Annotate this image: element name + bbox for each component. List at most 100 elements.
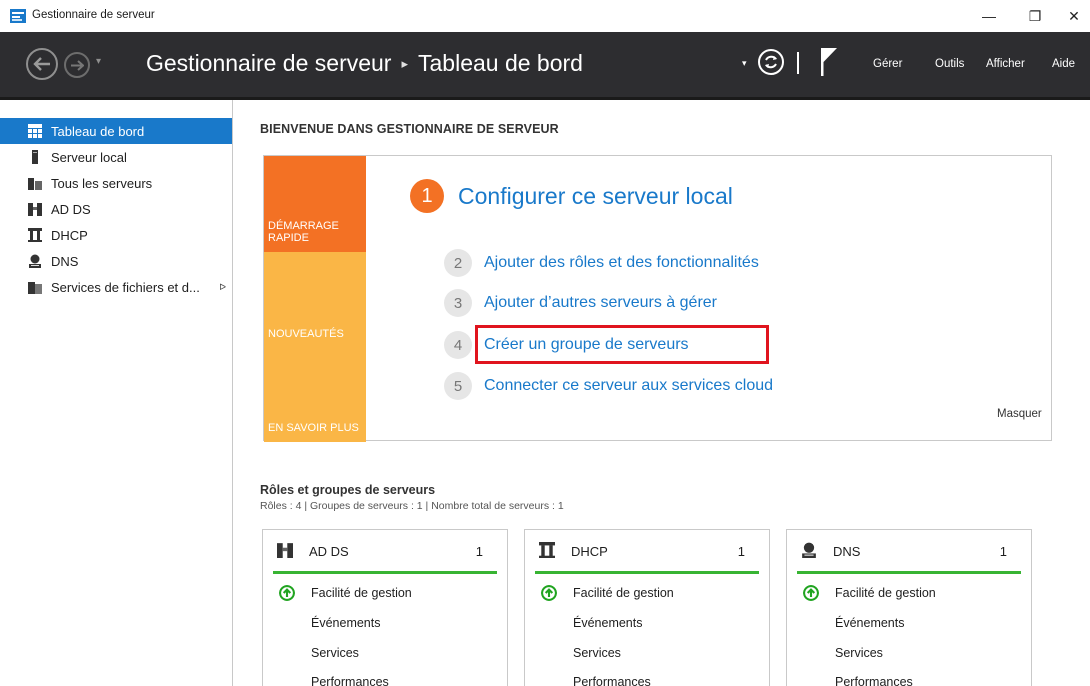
ad-ds-icon [277,543,293,558]
menu-view[interactable]: Afficher [986,58,1025,70]
window-titlebar: Gestionnaire de serveur — ❐ ✕ [0,0,1090,32]
card-row-manageability[interactable]: Facilité de gestion [573,586,674,600]
sidebar-item-label: DNS [51,253,79,269]
tab-whats-new[interactable]: NOUVEAUTÉS [264,252,366,348]
dashboard-icon [28,124,42,138]
card-header[interactable]: DNS 1 [787,530,1031,568]
status-bar [535,571,759,574]
sidebar-item-all-servers[interactable]: Tous les serveurs [0,170,232,196]
command-bar: ▾ Gestionnaire de serveur ▸ Tableau de b… [0,32,1090,100]
breadcrumb-separator: ▸ [401,55,408,71]
card-row-services[interactable]: Services [311,646,359,660]
up-arrow-ok-icon [541,585,557,601]
dns-icon [802,542,816,558]
step-link[interactable]: Ajouter d’autres serveurs à gérer [484,294,717,312]
card-title: DHCP [571,544,608,559]
card-header[interactable]: DHCP 1 [525,530,769,568]
server-manager-app-icon [10,9,26,23]
tab-label: EN SAVOIR PLUS [268,422,359,434]
card-count: 1 [999,544,1007,559]
card-row-services[interactable]: Services [835,646,883,660]
step-connect-cloud[interactable]: 5 Connecter ce serveur aux services clou… [444,372,773,400]
step-number: 2 [444,249,472,277]
server-icon [32,150,38,164]
highlight-box [475,325,769,364]
step-add-roles[interactable]: 2 Ajouter des rôles et des fonctionnalit… [444,249,759,277]
step-number: 4 [444,331,472,359]
up-arrow-ok-icon [279,585,295,601]
welcome-heading: BIENVENUE DANS GESTIONNAIRE DE SERVEUR [260,122,559,136]
sidebar-item-label: DHCP [51,227,88,243]
window-title: Gestionnaire de serveur [32,9,155,21]
refresh-icon[interactable] [758,49,784,75]
nav-history-dropdown[interactable]: ▾ [96,56,101,67]
card-row-manageability[interactable]: Facilité de gestion [835,586,936,600]
maximize-button[interactable]: ❐ [1012,0,1058,32]
close-button[interactable]: ✕ [1058,0,1090,32]
card-count: 1 [475,544,483,559]
tab-label: DÉMARRAGE RAPIDE [268,220,339,244]
step-link[interactable]: Connecter ce serveur aux services cloud [484,377,773,395]
sidebar-item-ad-ds[interactable]: AD DS [0,196,232,222]
step-number: 1 [410,179,444,213]
card-row-events[interactable]: Événements [835,616,904,630]
minimize-button[interactable]: — [966,0,1012,32]
roles-heading: Rôles et groupes de serveurs [260,483,436,497]
header-divider [797,52,799,74]
card-title: AD DS [309,544,349,559]
sidebar-item-dhcp[interactable]: DHCP [0,222,232,248]
ad-ds-icon [28,203,42,216]
step-configure-local-server[interactable]: 1 Configurer ce serveur local [410,179,733,213]
forward-button[interactable] [64,52,90,78]
notifications-flag-icon[interactable] [820,48,838,76]
sidebar-item-label: Services de fichiers et d... [51,279,200,295]
step-number: 5 [444,372,472,400]
menu-tools[interactable]: Outils [935,58,964,70]
role-card-dhcp: DHCP 1 Facilité de gestion Événements Se… [524,529,770,686]
expand-arrow-icon[interactable]: ᐅ [219,282,226,293]
card-header[interactable]: AD DS 1 [263,530,507,568]
refresh-arrows-icon [765,55,777,69]
dashboard-content: BIENVENUE DANS GESTIONNAIRE DE SERVEUR D… [234,100,1090,686]
status-bar [797,571,1021,574]
step-link[interactable]: Configurer ce serveur local [458,183,733,210]
card-row-services[interactable]: Services [573,646,621,660]
card-row-events[interactable]: Événements [573,616,642,630]
tab-quick-start[interactable]: DÉMARRAGE RAPIDE [264,156,366,252]
tab-learn-more[interactable]: EN SAVOIR PLUS [264,348,366,442]
refresh-dropdown[interactable]: ▾ [742,58,747,69]
hide-link[interactable]: Masquer [997,408,1042,420]
sidebar-item-label: Tableau de bord [51,123,145,139]
sidebar-item-dns[interactable]: DNS [0,248,232,274]
breadcrumb: Gestionnaire de serveur ▸ Tableau de bor… [146,50,583,77]
menu-manage[interactable]: Gérer [873,58,902,70]
menu-help[interactable]: Aide [1052,58,1075,70]
dns-icon [29,254,41,268]
sidebar: Tableau de bord Serveur local Tous les s… [0,100,233,686]
sidebar-item-label: AD DS [51,201,91,217]
quick-start-panel: DÉMARRAGE RAPIDE NOUVEAUTÉS EN SAVOIR PL… [263,155,1052,442]
sidebar-item-local-server[interactable]: Serveur local [0,144,232,170]
arrow-left-icon [33,57,50,71]
step-link[interactable]: Ajouter des rôles et des fonctionnalités [484,254,759,272]
dhcp-icon [539,542,555,558]
card-count: 1 [737,544,745,559]
role-card-dns: DNS 1 Facilité de gestion Événements Ser… [786,529,1032,686]
file-services-icon [28,282,42,294]
card-row-events[interactable]: Événements [311,616,380,630]
step-add-servers[interactable]: 3 Ajouter d’autres serveurs à gérer [444,289,717,317]
step-number: 3 [444,289,472,317]
roles-summary: Rôles : 4 | Groupes de serveurs : 1 | No… [260,500,564,512]
card-row-manageability[interactable]: Facilité de gestion [311,586,412,600]
card-row-performance[interactable]: Performances [573,675,651,686]
sidebar-item-label: Serveur local [51,149,127,165]
tab-label: NOUVEAUTÉS [268,328,344,340]
sidebar-item-dashboard[interactable]: Tableau de bord [0,118,232,144]
card-title: DNS [833,544,861,559]
card-row-performance[interactable]: Performances [311,675,389,686]
arrow-right-icon [71,59,84,71]
sidebar-item-file-services[interactable]: Services de fichiers et d... ᐅ [0,274,232,300]
back-button[interactable] [26,48,58,80]
card-row-performance[interactable]: Performances [835,675,913,686]
dhcp-icon [28,228,42,242]
